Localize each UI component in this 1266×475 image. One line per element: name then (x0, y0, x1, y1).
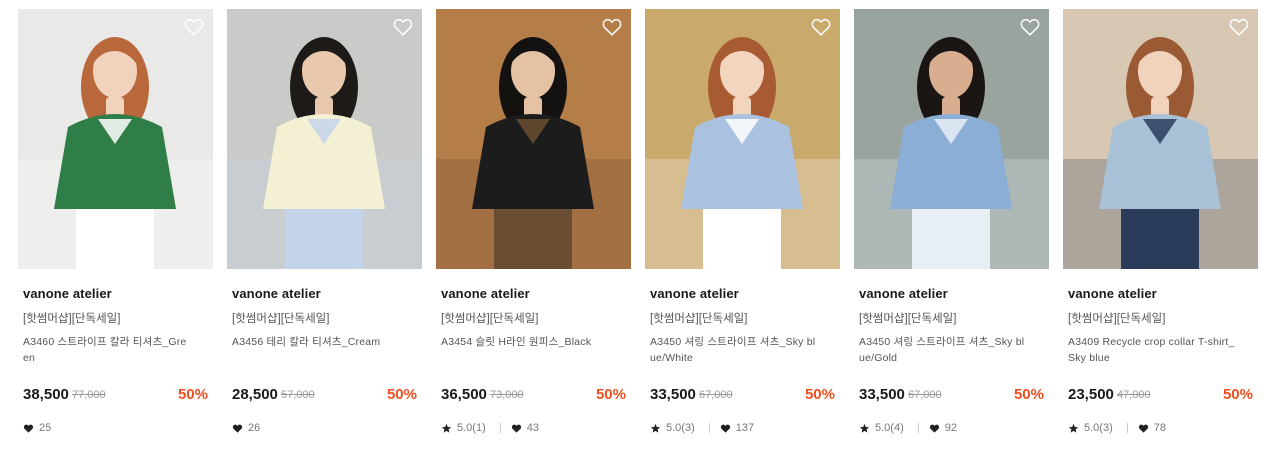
product-image[interactable] (18, 9, 213, 269)
product-photo (1063, 9, 1258, 269)
sale-price: 36,500 (441, 386, 487, 403)
promo-tag: [핫썸머샵][단독세일] (441, 313, 539, 325)
discount-rate: 50% (1222, 386, 1253, 403)
rating-value: 5.0(3) (666, 422, 695, 434)
like-count: 137 (735, 422, 755, 434)
discount-rate: 50% (595, 386, 626, 403)
promo-tag: [핫썸머샵][단독세일] (650, 313, 748, 325)
like-count: 25 (39, 422, 52, 434)
brand-name[interactable]: vanone atelier (441, 286, 530, 301)
product-card[interactable]: vanone atelier [핫썸머샵][단독세일] A3460 스트라이프 … (18, 9, 213, 469)
brand-name[interactable]: vanone atelier (859, 286, 948, 301)
product-card[interactable]: vanone atelier [핫썸머샵][단독세일] A3450 셔링 스트라… (645, 9, 840, 469)
sale-price: 33,500 (650, 386, 696, 403)
like-count: 26 (248, 422, 261, 434)
product-photo (854, 9, 1049, 269)
discount-rate: 50% (386, 386, 417, 403)
product-photo (18, 9, 213, 269)
product-photo (227, 9, 422, 269)
product-name[interactable]: A3450 셔링 스트라이프 셔츠_Sky bl ue/Gold (859, 334, 1049, 366)
promo-tag: [핫썸머샵][단독세일] (1068, 313, 1166, 325)
meta-divider (1126, 423, 1128, 433)
sale-price: 23,500 (1068, 386, 1114, 403)
original-price: 57,000 (281, 389, 315, 401)
review-meta: 25 (23, 421, 51, 435)
sale-price: 33,500 (859, 386, 905, 403)
original-price: 47,000 (1117, 389, 1151, 401)
brand-name[interactable]: vanone atelier (232, 286, 321, 301)
product-card[interactable]: vanone atelier [핫썸머샵][단독세일] A3409 Recycl… (1063, 9, 1258, 469)
product-image[interactable] (227, 9, 422, 269)
product-photo (645, 9, 840, 269)
like-count: 78 (1153, 422, 1166, 434)
product-image[interactable] (645, 9, 840, 269)
review-meta: 5.0(1) 43 (441, 421, 539, 435)
like-count: 43 (526, 422, 539, 434)
product-name[interactable]: A3450 셔링 스트라이프 셔츠_Sky bl ue/White (650, 334, 840, 366)
star-icon (859, 423, 870, 433)
heart-outline-icon[interactable] (601, 16, 623, 38)
product-card[interactable]: vanone atelier [핫썸머샵][단독세일] A3450 셔링 스트라… (854, 9, 1049, 469)
star-icon (650, 423, 661, 433)
meta-divider (708, 423, 710, 433)
promo-tag: [핫썸머샵][단독세일] (23, 313, 121, 325)
product-image[interactable] (436, 9, 631, 269)
review-meta: 5.0(4) 92 (859, 421, 957, 435)
review-meta: 5.0(3) 137 (650, 421, 754, 435)
product-name[interactable]: A3456 테리 칼라 티셔츠_Cream (232, 334, 422, 350)
product-image[interactable] (854, 9, 1049, 269)
brand-name[interactable]: vanone atelier (23, 286, 112, 301)
product-photo (436, 9, 631, 269)
product-name[interactable]: A3454 슬릿 H라인 원피스_Black (441, 334, 631, 350)
meta-divider (499, 423, 501, 433)
original-price: 67,000 (699, 389, 733, 401)
promo-tag: [핫썸머샵][단독세일] (232, 313, 330, 325)
heart-filled-icon (1138, 424, 1148, 433)
review-meta: 26 (232, 421, 260, 435)
heart-filled-icon (929, 424, 939, 433)
review-meta: 5.0(3) 78 (1068, 421, 1166, 435)
heart-filled-icon (23, 424, 34, 433)
product-name[interactable]: A3460 스트라이프 칼라 티셔츠_Gre en (23, 334, 213, 366)
star-icon (441, 423, 452, 433)
heart-outline-icon[interactable] (1019, 16, 1041, 38)
heart-outline-icon[interactable] (183, 16, 205, 38)
heart-outline-icon[interactable] (1228, 16, 1250, 38)
original-price: 77,000 (72, 389, 106, 401)
product-name[interactable]: A3409 Recycle crop collar T-shirt_ Sky bl… (1068, 334, 1258, 366)
rating-value: 5.0(3) (1084, 422, 1113, 434)
like-count: 92 (944, 422, 957, 434)
discount-rate: 50% (1013, 386, 1044, 403)
discount-rate: 50% (804, 386, 835, 403)
heart-outline-icon[interactable] (392, 16, 414, 38)
star-icon (1068, 423, 1079, 433)
heart-filled-icon (720, 424, 730, 433)
rating-value: 5.0(4) (875, 422, 904, 434)
meta-divider (917, 423, 919, 433)
product-grid: vanone atelier [핫썸머샵][단독세일] A3460 스트라이프 … (18, 9, 1258, 469)
original-price: 67,000 (908, 389, 942, 401)
brand-name[interactable]: vanone atelier (650, 286, 739, 301)
original-price: 73,000 (490, 389, 524, 401)
brand-name[interactable]: vanone atelier (1068, 286, 1157, 301)
product-image[interactable] (1063, 9, 1258, 269)
product-card[interactable]: vanone atelier [핫썸머샵][단독세일] A3456 테리 칼라 … (227, 9, 422, 469)
rating-value: 5.0(1) (457, 422, 486, 434)
heart-filled-icon (511, 424, 521, 433)
heart-filled-icon (232, 424, 243, 433)
product-card[interactable]: vanone atelier [핫썸머샵][단독세일] A3454 슬릿 H라인… (436, 9, 631, 469)
heart-outline-icon[interactable] (810, 16, 832, 38)
promo-tag: [핫썸머샵][단독세일] (859, 313, 957, 325)
sale-price: 38,500 (23, 386, 69, 403)
sale-price: 28,500 (232, 386, 278, 403)
discount-rate: 50% (177, 386, 208, 403)
